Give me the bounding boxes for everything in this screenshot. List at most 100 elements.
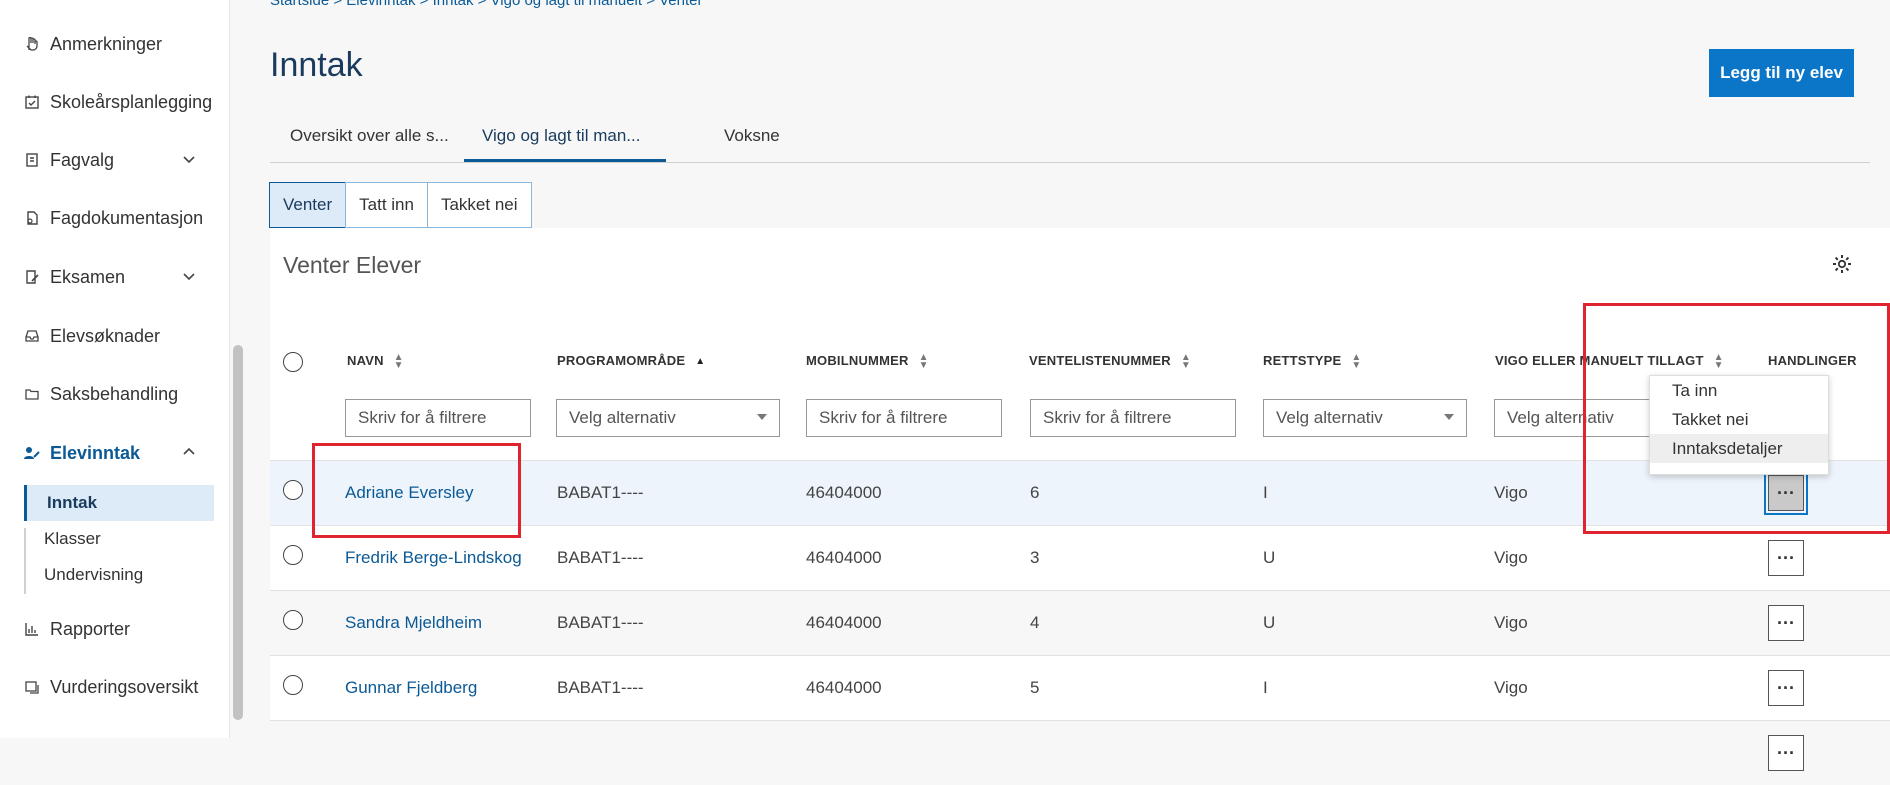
sidebar-item-rapporter[interactable]: Rapporter — [22, 609, 130, 649]
sidebar-item-label: Anmerkninger — [50, 33, 163, 54]
highlight-box-actions — [1583, 303, 1890, 534]
column-header-rettstype[interactable]: RETTSTYPE ▲ ▼ — [1263, 352, 1361, 370]
cell-program: BABAT1---- — [557, 613, 644, 632]
row-actions-button[interactable]: ··· — [1768, 605, 1804, 641]
cell-source: Vigo — [1494, 483, 1528, 502]
column-header-navn[interactable]: NAVN ▲ ▼ — [347, 352, 404, 370]
status-segmented-control: Venter Tatt inn Takket nei — [269, 182, 532, 228]
cell-source: Vigo — [1494, 548, 1528, 567]
table-row[interactable]: Sandra Mjeldheim BABAT1---- 46404000 4 U… — [270, 590, 1890, 655]
tab-overview-all[interactable]: Oversikt over alle s... — [290, 126, 449, 146]
cell-program: BABAT1---- — [557, 483, 644, 502]
sort-icon[interactable]: ▲ ▼ — [919, 352, 929, 370]
sidebar-item-elevsoknader[interactable]: Elevsøknader — [22, 316, 160, 356]
sidebar-item-label: Fagvalg — [50, 149, 115, 170]
sidebar-subitem-undervisning[interactable]: Undervisning — [24, 557, 214, 593]
table-row[interactable]: Gunnar Fjeldberg BABAT1---- 46404000 5 I… — [270, 655, 1890, 720]
document-icon — [22, 208, 42, 228]
student-name-link[interactable]: Sandra Mjeldheim — [345, 613, 482, 633]
sidebar-item-anmerkninger[interactable]: Anmerkninger — [22, 24, 162, 64]
assessment-icon — [22, 677, 42, 697]
tab-adults[interactable]: Voksne — [724, 126, 780, 146]
sidebar-item-label: Eksamen — [50, 266, 126, 287]
cell-right-type: U — [1263, 613, 1276, 632]
bar-chart-icon — [22, 619, 42, 639]
cell-mobile: 46404000 — [806, 483, 882, 502]
filter-ventelistenummer-input[interactable]: Skriv for å filtrere — [1030, 399, 1236, 437]
sidebar-item-label: Saksbehandling — [50, 383, 179, 404]
filter-programomrade-select[interactable]: Velg alternativ — [556, 399, 780, 437]
header-label: MOBILNUMMER — [806, 353, 909, 368]
chevron-down-icon[interactable] — [182, 269, 196, 286]
filter-mobilnummer-input[interactable]: Skriv for å filtrere — [806, 399, 1002, 437]
cell-waitlist: 3 — [1030, 548, 1040, 567]
sort-icon[interactable]: ▲ ▼ — [1351, 352, 1361, 370]
row-checkbox[interactable] — [283, 545, 303, 565]
user-edit-icon — [22, 443, 42, 463]
sidebar-item-vurderingsoversikt[interactable]: Vurderingsoversikt — [22, 667, 198, 707]
sidebar: Anmerkninger Skoleårsplanlegging Fagvalg… — [0, 0, 230, 738]
sort-icon[interactable]: ▲ ▼ — [1181, 352, 1191, 370]
highlight-box-name — [312, 443, 521, 538]
sort-icon[interactable]: ▲ ▼ — [394, 352, 404, 370]
sort-ascending-icon[interactable]: ▲ — [695, 356, 705, 366]
clipboard-icon — [22, 150, 42, 170]
segment-tatt-inn[interactable]: Tatt inn — [345, 182, 428, 228]
panel-title: Venter Elever — [283, 252, 422, 278]
row-checkbox[interactable] — [283, 675, 303, 695]
cell-source: Vigo — [1494, 678, 1528, 697]
column-header-ventelistenummer[interactable]: VENTELISTENUMMER ▲ ▼ — [1029, 352, 1191, 370]
filter-navn-input[interactable]: Skriv for å filtrere — [345, 399, 531, 437]
student-name-link[interactable]: Gunnar Fjeldberg — [345, 678, 477, 698]
sidebar-item-saksbehandling[interactable]: Saksbehandling — [22, 374, 178, 414]
calendar-check-icon — [22, 92, 42, 112]
segment-takket-nei[interactable]: Takket nei — [426, 182, 532, 228]
segment-venter[interactable]: Venter — [269, 182, 347, 228]
row-checkbox[interactable] — [283, 610, 303, 630]
header-label: PROGRAMOMRÅDE — [557, 353, 686, 368]
cell-waitlist: 4 — [1030, 613, 1040, 632]
chevron-down-icon[interactable] — [182, 152, 196, 169]
chevron-up-icon[interactable] — [182, 445, 196, 462]
row-actions-button[interactable]: ··· — [1768, 735, 1804, 771]
sidebar-subitem-klasser[interactable]: Klasser — [24, 521, 214, 557]
sidebar-scrollbar[interactable] — [233, 345, 243, 720]
student-name-link[interactable]: Fredrik Berge-Lindskog — [345, 548, 522, 568]
caret-down-icon — [757, 414, 767, 420]
row-actions-button[interactable]: ··· — [1768, 670, 1804, 706]
sidebar-item-eksamen[interactable]: Eksamen — [22, 257, 195, 297]
sidebar-item-elevinntak[interactable]: Elevinntak — [22, 433, 195, 473]
cell-mobile: 46404000 — [806, 678, 882, 697]
sidebar-subitem-label: Undervisning — [44, 565, 144, 584]
header-label: NAVN — [347, 353, 384, 368]
sidebar-subitem-label: Inntak — [47, 493, 98, 512]
cell-waitlist: 6 — [1030, 483, 1040, 502]
cell-right-type: I — [1263, 483, 1268, 502]
sidebar-item-fagvalg[interactable]: Fagvalg — [22, 140, 195, 180]
tab-vigo-manual[interactable]: Vigo og lagt til man... — [482, 126, 640, 146]
select-all-checkbox[interactable] — [283, 352, 303, 372]
add-student-button[interactable]: Legg til ny elev — [1709, 49, 1854, 97]
header-label: RETTSTYPE — [1263, 353, 1342, 368]
filter-rettstype-select[interactable]: Velg alternativ — [1263, 399, 1467, 437]
cell-waitlist: 5 — [1030, 678, 1040, 697]
column-header-programomrade[interactable]: PROGRAMOMRÅDE ▲ — [557, 353, 705, 368]
column-header-mobilnummer[interactable]: MOBILNUMMER ▲ ▼ — [806, 352, 929, 370]
row-checkbox[interactable] — [283, 480, 303, 500]
sidebar-item-skolearsplanlegging[interactable]: Skoleårsplanlegging — [22, 82, 212, 122]
row-actions-button[interactable]: ··· — [1768, 540, 1804, 576]
exam-icon — [22, 267, 42, 287]
cell-program: BABAT1---- — [557, 678, 644, 697]
cell-mobile: 46404000 — [806, 613, 882, 632]
gear-icon[interactable] — [1830, 252, 1854, 276]
breadcrumb[interactable]: Startside > Elevinntak > Inntak > Vigo o… — [270, 0, 703, 9]
folder-icon — [22, 384, 42, 404]
cell-source: Vigo — [1494, 613, 1528, 632]
sidebar-item-label: Elevinntak — [50, 442, 141, 463]
sidebar-item-label: Skoleårsplanlegging — [50, 91, 213, 112]
table-row[interactable]: ··· — [270, 720, 1890, 785]
sidebar-item-fagdokumentasjon[interactable]: Fagdokumentasjon — [22, 198, 203, 238]
sidebar-subitem-inntak[interactable]: Inntak — [24, 485, 214, 521]
header-label: VENTELISTENUMMER — [1029, 353, 1171, 368]
select-value: Velg alternativ — [569, 408, 676, 427]
